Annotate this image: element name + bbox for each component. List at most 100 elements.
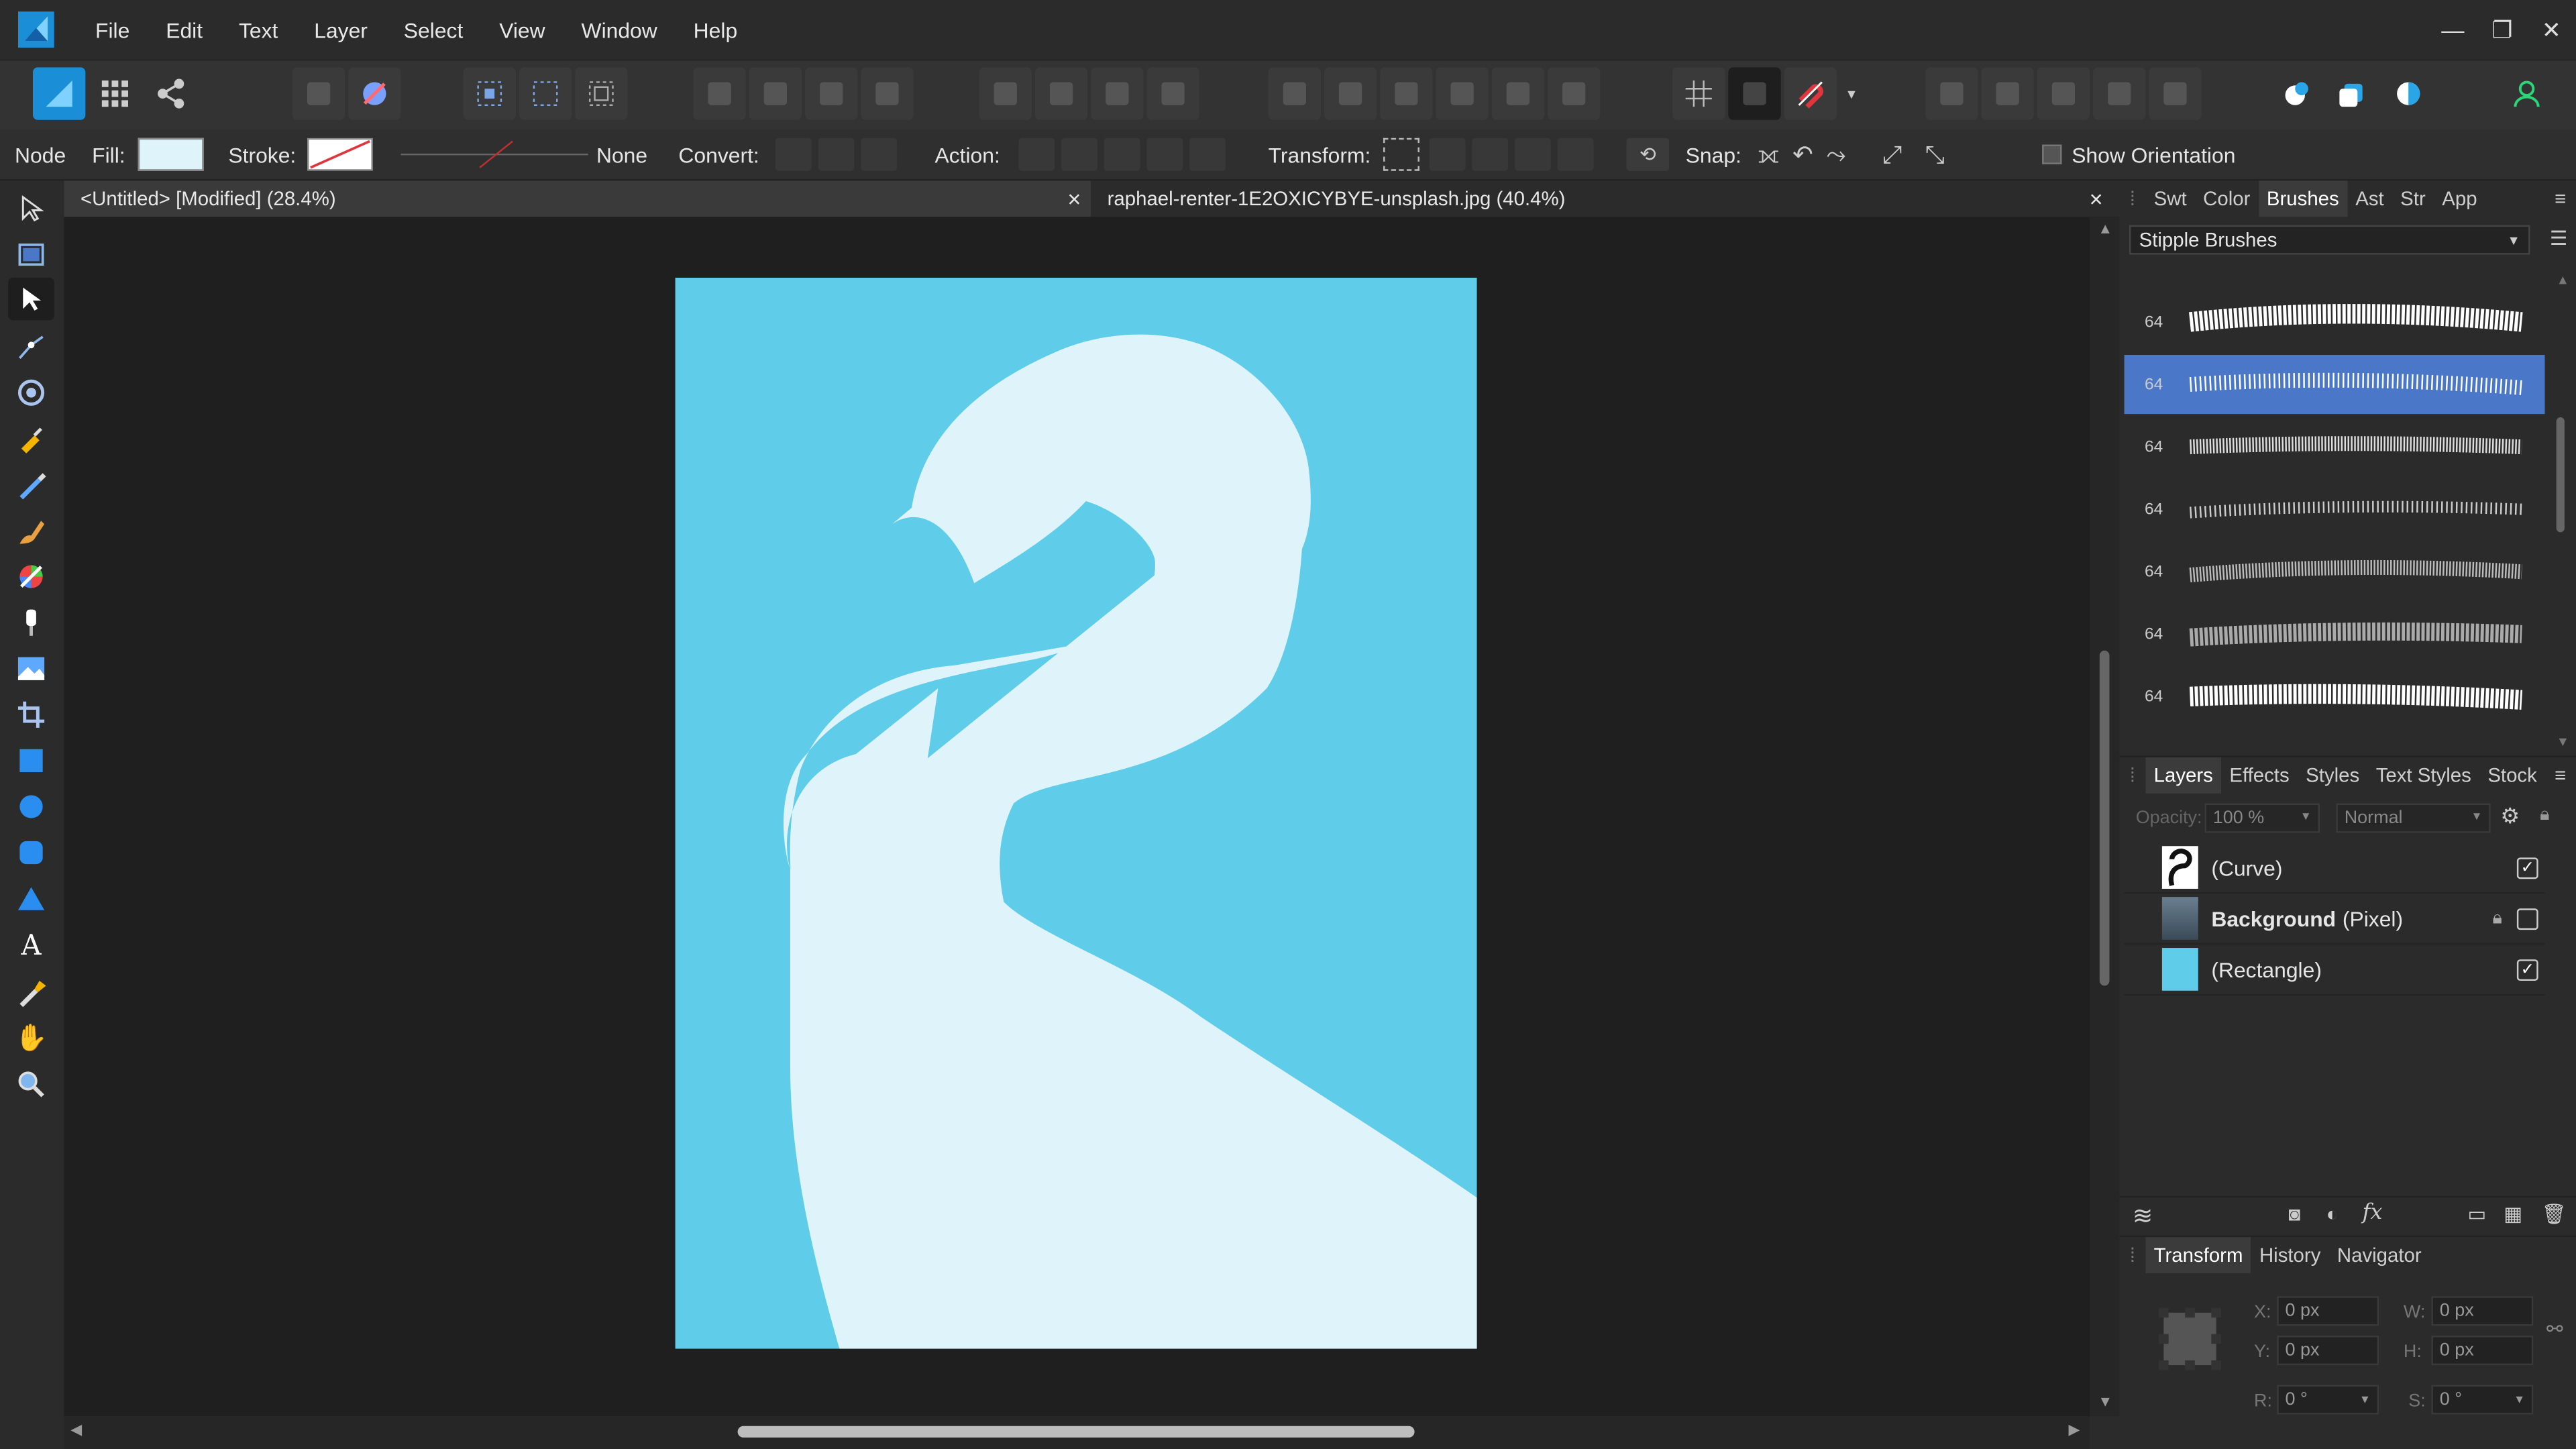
menu-window[interactable]: Window (564, 17, 676, 42)
snap-to-curves-icon[interactable]: ↶ (1792, 140, 1813, 170)
layer-effects-icon[interactable]: fx (2363, 1201, 2383, 1226)
w-field[interactable]: 0 px (2431, 1296, 2534, 1326)
join-curves-icon[interactable] (1146, 138, 1183, 171)
brush-item[interactable]: 64 (2125, 292, 2545, 352)
stroke-swatch[interactable] (307, 138, 373, 171)
zoom-tool-icon[interactable] (13, 1066, 50, 1102)
align-nodes-right-icon[interactable] (1514, 138, 1551, 171)
insert-behind-icon[interactable] (2326, 67, 2379, 119)
link-proportions-icon[interactable]: ⚯ (2546, 1318, 2563, 1340)
lock-icon[interactable]: 🔒︎ (2540, 805, 2549, 826)
vector-brush-tool-icon[interactable] (13, 513, 50, 549)
tab-appearance[interactable]: App (2434, 187, 2485, 210)
brush-item[interactable]: 64 (2125, 667, 2545, 726)
menu-file[interactable]: File (77, 17, 148, 42)
minimize-icon[interactable]: — (2428, 0, 2477, 59)
menu-select[interactable]: Select (386, 17, 481, 42)
align-left-icon[interactable] (1268, 67, 1321, 120)
menu-edit[interactable]: Edit (148, 17, 221, 42)
align-bottom-icon[interactable] (1547, 67, 1601, 120)
assistant-icon[interactable] (292, 67, 345, 120)
boolean-add-icon[interactable] (1925, 67, 1978, 120)
align-middle-icon[interactable] (1491, 67, 1545, 120)
align-top-icon[interactable] (1436, 67, 1489, 120)
add-layer-icon[interactable]: ▭ (2467, 1203, 2486, 1226)
panel-menu-icon[interactable]: ≡ (2555, 764, 2566, 787)
mask-layer-icon[interactable]: ◙ (2288, 1203, 2300, 1226)
menu-view[interactable]: View (481, 17, 563, 42)
scroll-left-icon[interactable]: ◀ (70, 1421, 82, 1439)
canvas-area[interactable] (64, 217, 2090, 1417)
arrange-front-icon[interactable] (861, 67, 914, 120)
fill-tool-icon[interactable] (13, 559, 50, 595)
stroke-width-slider[interactable] (398, 138, 592, 171)
tab-navigator[interactable]: Navigator (2329, 1244, 2430, 1267)
layer-visibility-checkbox[interactable]: ✓ (2516, 857, 2538, 878)
tab-untitled-document[interactable]: <Untitled> [Modified] (28.4%) × (64, 180, 1091, 217)
rounded-rectangle-tool-icon[interactable] (13, 835, 50, 871)
layer-visibility-checkbox[interactable] (2516, 908, 2538, 929)
pencil-tool-icon[interactable] (13, 467, 50, 503)
transform-mode-icon[interactable] (1383, 138, 1419, 171)
opacity-dropdown[interactable]: 100 % ▼ (2204, 803, 2320, 833)
brush-category-dropdown[interactable]: Stipple Brushes ▼ (2129, 225, 2530, 255)
brush-item[interactable]: 64 (2125, 542, 2545, 601)
blend-mode-dropdown[interactable]: Normal ▼ (2336, 803, 2491, 833)
menu-text[interactable]: Text (221, 17, 296, 42)
affinity-designer-logo[interactable] (17, 11, 54, 48)
flip-vertical-icon[interactable] (1034, 67, 1088, 120)
rotate-transform-icon[interactable]: ⟲ (1626, 138, 1670, 171)
point-transform-tool-icon[interactable] (13, 329, 50, 365)
scroll-down-icon[interactable]: ▼ (2098, 1393, 2112, 1409)
designer-persona-icon[interactable] (32, 67, 86, 120)
boolean-divide-icon[interactable] (2149, 67, 2202, 120)
scroll-up-icon[interactable]: ▲ (2098, 220, 2112, 236)
place-image-tool-icon[interactable] (13, 651, 50, 687)
invert-selection-icon[interactable] (575, 67, 628, 120)
panel-grip-icon[interactable]: ⁞ (2119, 1244, 2145, 1267)
align-nodes-top-icon[interactable] (1557, 138, 1594, 171)
layer-row-background[interactable]: Background (Pixel) 🔒︎ (2124, 894, 2545, 945)
trash-icon[interactable]: 🗑︎ (2542, 1203, 2567, 1226)
vertical-scroll-thumb[interactable] (2099, 650, 2110, 986)
menu-help[interactable]: Help (676, 17, 755, 42)
horizontal-scrollbar[interactable]: ◀ ▶ (64, 1416, 2090, 1449)
flip-horizontal-icon[interactable] (979, 67, 1032, 120)
break-curve-icon[interactable] (1018, 138, 1055, 171)
pixel-persona-icon[interactable] (89, 67, 141, 119)
select-none-icon[interactable] (519, 67, 572, 120)
insert-inside-icon[interactable] (2271, 67, 2323, 119)
tab-stroke[interactable]: Str (2392, 187, 2434, 210)
insert-top-icon[interactable] (2382, 67, 2434, 119)
tab-brushes[interactable]: Brushes (2258, 180, 2347, 217)
align-right-icon[interactable] (1380, 67, 1433, 120)
adjustment-layer-icon[interactable]: ◐ (2326, 1203, 2339, 1226)
close-tab-untitled-icon[interactable]: × (1067, 186, 1081, 212)
brush-list-scrollbar[interactable]: ▲ ▼ (2556, 273, 2569, 749)
brush-scroll-thumb[interactable] (2556, 417, 2565, 533)
rotation-field[interactable]: 0 ° ▼ (2277, 1385, 2379, 1415)
add-pixel-layer-icon[interactable]: ▦ (2504, 1203, 2522, 1226)
tab-swatches[interactable]: Swt (2145, 187, 2195, 210)
rotate-right-icon[interactable] (1146, 67, 1199, 120)
arrange-back-icon[interactable] (693, 67, 746, 120)
brush-item[interactable]: 64 (2125, 417, 2545, 476)
tab-history[interactable]: History (2251, 1244, 2329, 1267)
smooth-curve-icon[interactable] (1104, 138, 1140, 171)
tab-transform[interactable]: Transform (2145, 1237, 2251, 1273)
artboard[interactable] (675, 277, 1477, 1349)
layer-row-rectangle[interactable]: (Rectangle) ✓ (2124, 945, 2545, 996)
layer-row-curve[interactable]: (Curve) ✓ (2124, 843, 2545, 894)
snap-solid-lines-icon[interactable]: ⤢ (1882, 140, 1902, 168)
align-nodes-center-icon[interactable] (1472, 138, 1509, 171)
convert-sharp-icon[interactable] (775, 138, 812, 171)
brush-item[interactable]: 64 (2125, 604, 2545, 663)
text-tool-icon[interactable]: A (13, 928, 50, 965)
align-nodes-left-icon[interactable] (1429, 138, 1466, 171)
y-field[interactable]: 0 px (2277, 1336, 2379, 1366)
tab-effects[interactable]: Effects (2221, 764, 2298, 787)
boolean-subtract-icon[interactable] (1981, 67, 2034, 120)
rotate-left-icon[interactable] (1091, 67, 1144, 120)
arrange-forward-icon[interactable] (805, 67, 858, 120)
brush-item[interactable]: 64 (2125, 480, 2545, 539)
